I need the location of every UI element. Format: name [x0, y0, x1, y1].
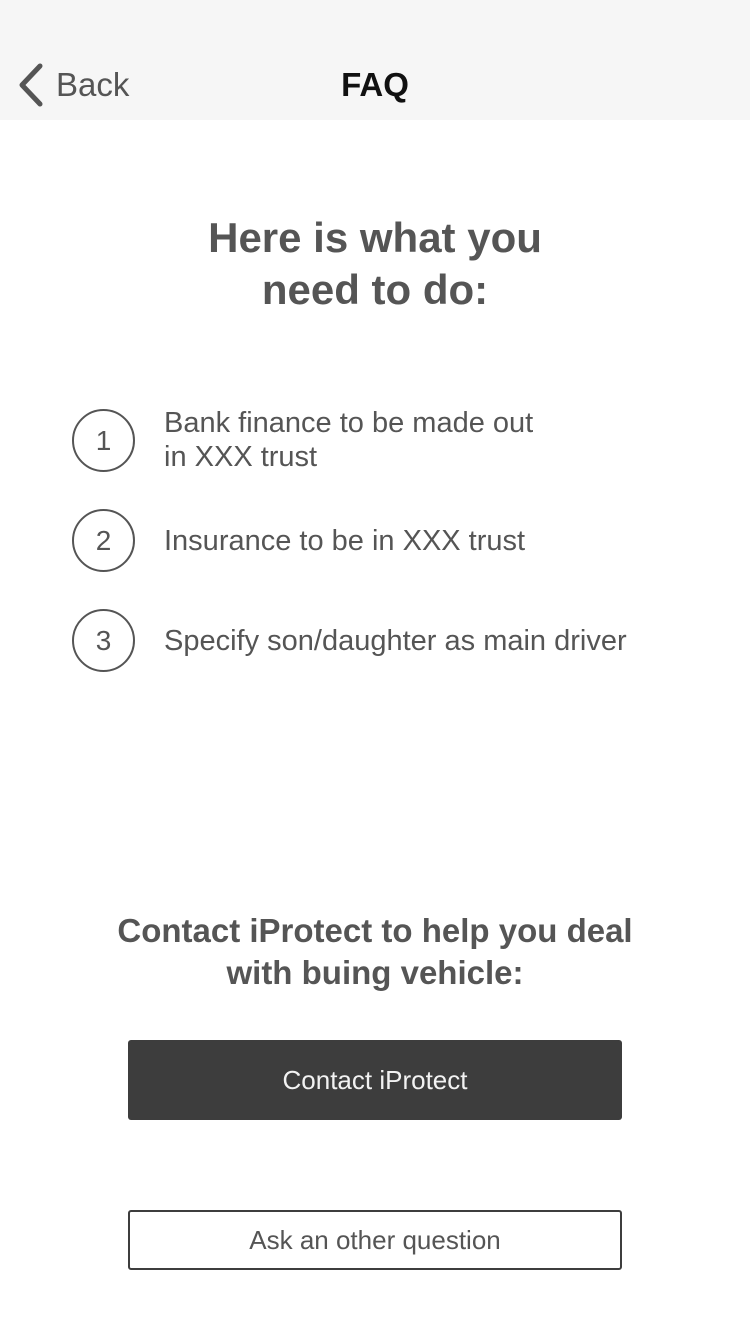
step-text: Specify son/daughter as main driver	[164, 625, 627, 657]
instructions-heading: Here is what you need to do:	[0, 212, 750, 316]
heading-line-2: need to do:	[261, 266, 489, 313]
navigation-bar: Back FAQ	[0, 0, 750, 120]
step-number-badge: 1	[72, 409, 135, 472]
step-item-2: 2 Insurance to be in XXX trust	[72, 509, 712, 573]
faq-screen: Back FAQ Here is what you need to do: 1 …	[0, 0, 750, 1334]
contact-iprotect-button[interactable]: Contact iProtect	[128, 1040, 622, 1120]
contact-button-label: Contact iProtect	[282, 1064, 468, 1095]
contact-prompt-line-2: with buing vehicle:	[226, 954, 524, 991]
page-title: FAQ	[341, 66, 409, 103]
step-item-1: 1 Bank finance to be made out in XXX tru…	[72, 407, 712, 473]
step-number-badge: 2	[72, 509, 135, 572]
ask-other-question-button[interactable]: Ask an other question	[128, 1210, 622, 1270]
contact-prompt: Contact iProtect to help you deal with b…	[0, 910, 750, 994]
step-item-3: 3 Specify son/daughter as main driver	[72, 609, 712, 673]
step-text: Bank finance to be made out in XXX trust	[164, 407, 534, 473]
step-number-badge: 3	[72, 609, 135, 672]
contact-prompt-line-1: Contact iProtect to help you deal	[117, 912, 633, 949]
ask-button-label: Ask an other question	[249, 1224, 501, 1255]
step-text: Insurance to be in XXX trust	[164, 525, 526, 557]
heading-line-1: Here is what you	[208, 214, 542, 261]
